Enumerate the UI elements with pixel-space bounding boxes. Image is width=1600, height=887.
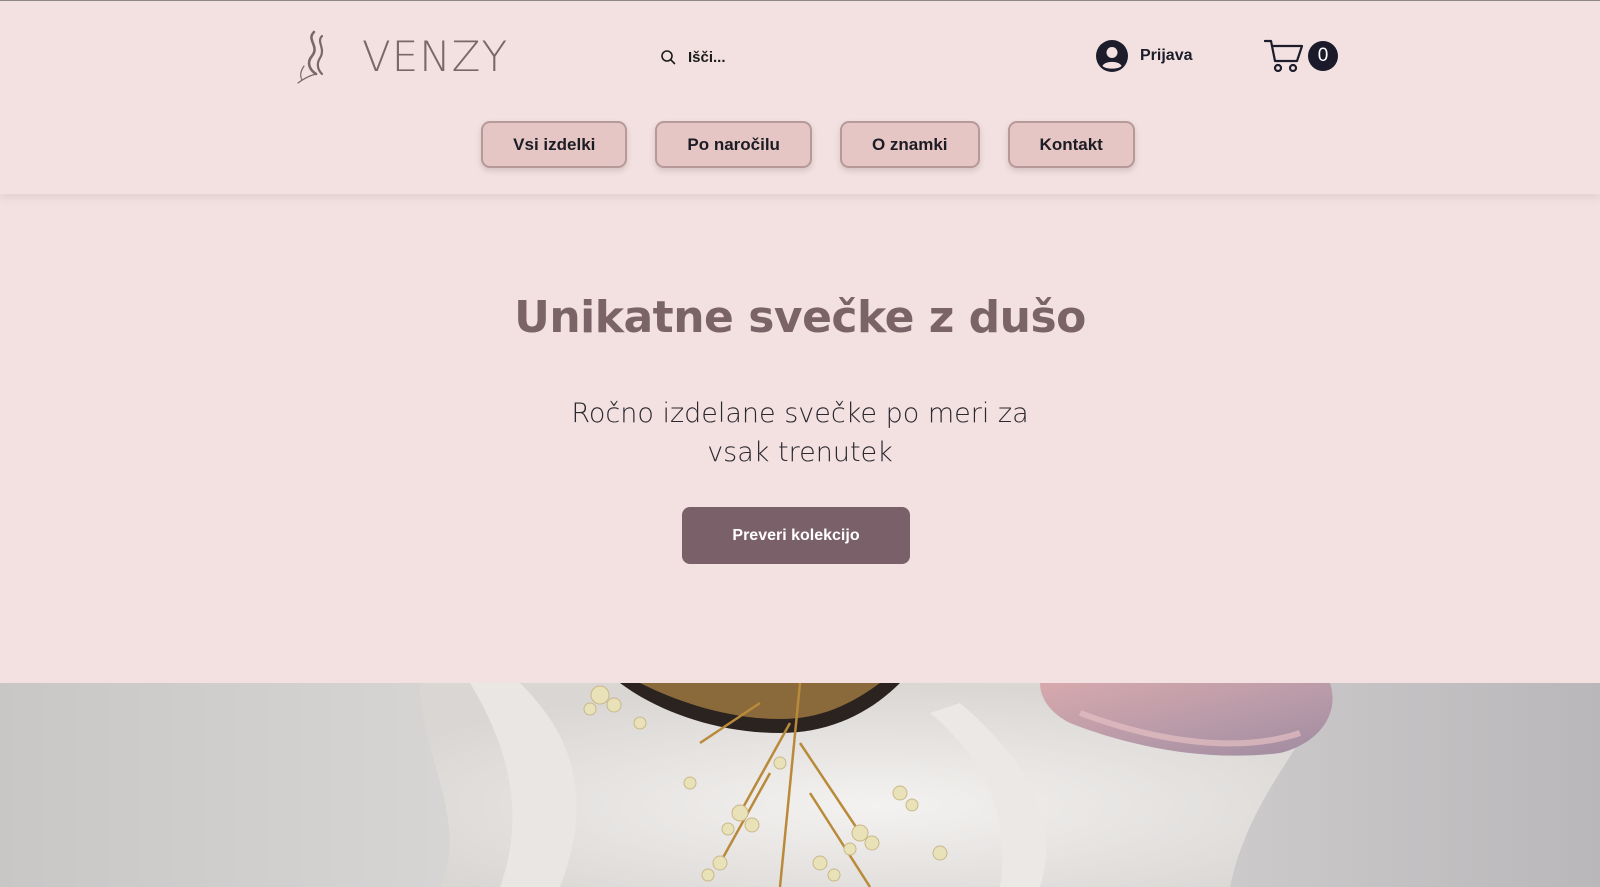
- user-avatar-icon: [1096, 40, 1128, 72]
- search-input[interactable]: [686, 45, 1046, 69]
- cart-count-badge: 0: [1308, 41, 1338, 71]
- search-icon: [661, 50, 676, 65]
- brand-logo[interactable]: VENZY: [294, 29, 508, 85]
- hero-section: Unikatne svečke z dušo Ročno izdelane sv…: [0, 194, 1600, 683]
- login-label: Prijava: [1140, 47, 1193, 64]
- flame-icon: [297, 30, 324, 84]
- main-nav: Vsi izdelki Po naročilu O znamki Kontakt: [0, 121, 1600, 168]
- brand-name: VENZY: [362, 32, 509, 81]
- nav-custom-order-button[interactable]: Po naročilu: [655, 121, 812, 168]
- nav-all-products-button[interactable]: Vsi izdelki: [481, 121, 628, 168]
- login-button[interactable]: Prijava: [1096, 39, 1192, 73]
- hero-subtitle: Ročno izdelane svečke po meri za vsak tr…: [571, 398, 1029, 468]
- cart-icon: [1264, 39, 1304, 73]
- view-collection-button[interactable]: Preveri kolekcijo: [682, 507, 910, 564]
- site-header: VENZY Prijava 0 Vsi izdelki Po naročilu …: [0, 1, 1600, 194]
- hero-photo: [0, 683, 1600, 887]
- nav-about-button[interactable]: O znamki: [839, 121, 980, 168]
- nav-contact-button[interactable]: Kontakt: [1007, 121, 1135, 168]
- candle-flowers-image: [0, 683, 1600, 887]
- search-bar: [660, 45, 1046, 69]
- cart-button[interactable]: 0: [1264, 37, 1338, 75]
- hero-title: Unikatne svečke z dušo: [514, 292, 1086, 343]
